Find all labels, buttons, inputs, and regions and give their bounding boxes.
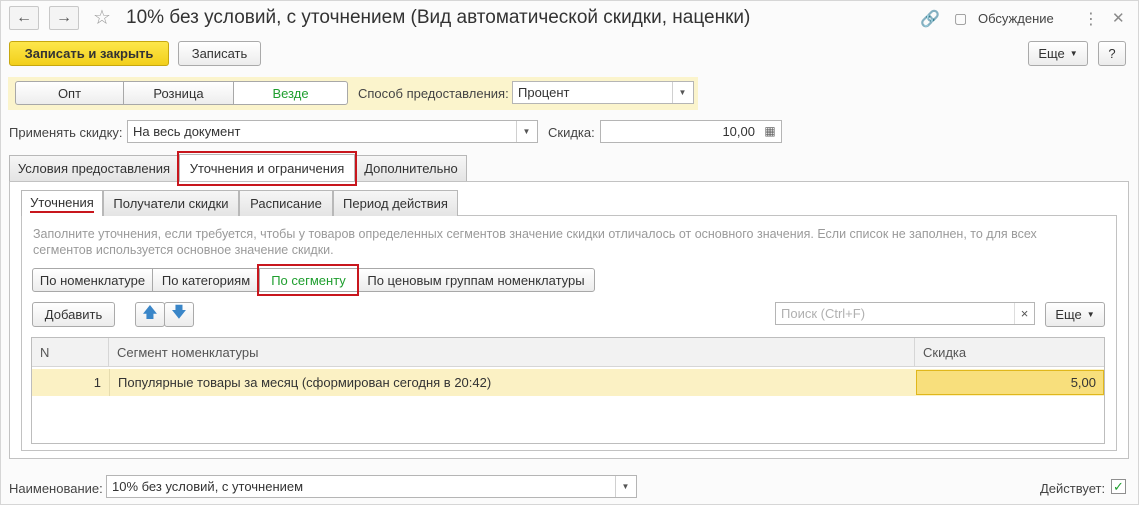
arrow-down-icon: 🡇 [171, 304, 187, 321]
move-up-button[interactable]: 🡅 [135, 302, 165, 327]
column-divider [109, 369, 110, 396]
segment-everywhere[interactable]: Везде [233, 81, 348, 105]
discussion-link[interactable]: Обсуждение [978, 11, 1054, 26]
apply-label: Применять скидку: [9, 125, 123, 140]
subtab-period[interactable]: Период действия [333, 190, 458, 216]
filter-by-price-group[interactable]: По ценовым группам номенклатуры [357, 268, 595, 292]
subtab-recipients[interactable]: Получатели скидки [103, 190, 239, 216]
subtab-schedule[interactable]: Расписание [239, 190, 333, 216]
column-header-discount[interactable]: Скидка [915, 338, 1104, 367]
add-button[interactable]: Добавить [32, 302, 115, 327]
method-select[interactable]: Процент [512, 81, 694, 104]
help-button[interactable]: ? [1098, 41, 1126, 66]
tab-additional[interactable]: Дополнительно [355, 155, 467, 181]
segment-cell: Популярные товары за месяц (сформирован … [118, 375, 492, 390]
active-label: Действует: [1040, 481, 1106, 496]
arrow-left-icon: ← [16, 9, 32, 26]
calculator-icon[interactable]: ▦ [761, 122, 779, 140]
apply-select[interactable]: На весь документ [127, 120, 538, 143]
arrow-right-icon: → [56, 9, 72, 26]
active-checkbox[interactable]: ✓ [1111, 479, 1126, 494]
forward-button[interactable]: → [49, 6, 79, 30]
filter-by-category[interactable]: По категориям [152, 268, 260, 292]
subtab-refinements[interactable]: Уточнения [21, 190, 103, 216]
name-input[interactable]: 10% без условий, с уточнением [106, 475, 637, 498]
clear-search-icon[interactable]: × [1014, 303, 1034, 324]
column-header-n[interactable]: N [32, 338, 109, 367]
name-label: Наименование: [9, 481, 103, 496]
row-number: 1 [93, 375, 101, 390]
save-and-close-button[interactable]: Записать и закрыть [9, 41, 169, 66]
back-button[interactable]: ← [9, 6, 39, 30]
save-button[interactable]: Записать [178, 41, 261, 66]
method-label: Способ предоставления: [358, 86, 509, 101]
chevron-down-icon[interactable]: ▼ [672, 82, 692, 103]
chevron-down-icon[interactable]: ▼ [516, 121, 536, 142]
filter-by-segment[interactable]: По сегменту [259, 268, 358, 292]
chevron-down-icon[interactable]: ▼ [615, 476, 635, 497]
tab-refinements[interactable]: Уточнения и ограничения [179, 154, 355, 181]
tab-conditions[interactable]: Условия предоставления [9, 155, 179, 181]
segment-opt[interactable]: Опт [15, 81, 124, 105]
move-down-button[interactable]: 🡇 [164, 302, 194, 327]
more-vertical-icon[interactable]: ⋮ [1083, 9, 1099, 29]
link-icon[interactable]: 🔗 [920, 9, 940, 29]
page-title: 10% без условий, с уточнением (Вид автом… [126, 7, 751, 28]
chevron-down-icon: ▼ [1086, 310, 1095, 319]
chevron-down-icon: ▼ [1069, 49, 1078, 58]
column-header-segment[interactable]: Сегмент номенклатуры [109, 338, 915, 367]
segments-table[interactable]: N Сегмент номенклатуры Скидка 1 Популярн… [31, 337, 1105, 444]
info-text: Заполните уточнения, если требуется, что… [33, 227, 1037, 257]
arrow-up-icon: 🡅 [142, 304, 158, 321]
search-input[interactable]: Поиск (Ctrl+F) [775, 302, 1035, 325]
more-button[interactable]: Еще ▼ [1028, 41, 1088, 66]
close-icon[interactable]: ✕ [1112, 9, 1125, 27]
discount-cell[interactable]: 5,00 [916, 370, 1104, 395]
discount-input[interactable]: 10,00 [600, 120, 782, 143]
segment-retail[interactable]: Розница [123, 81, 234, 105]
discount-label: Скидка: [548, 125, 595, 140]
favorite-star-icon[interactable]: ☆ [93, 5, 111, 30]
discussion-icon[interactable]: ▢ [954, 10, 967, 27]
table-row[interactable]: 1 Популярные товары за месяц (сформирова… [32, 369, 1104, 396]
filter-by-nomenclature[interactable]: По номенклатуре [32, 268, 153, 292]
checkmark-icon: ✓ [1113, 478, 1124, 494]
list-more-button[interactable]: Еще ▼ [1045, 302, 1105, 327]
